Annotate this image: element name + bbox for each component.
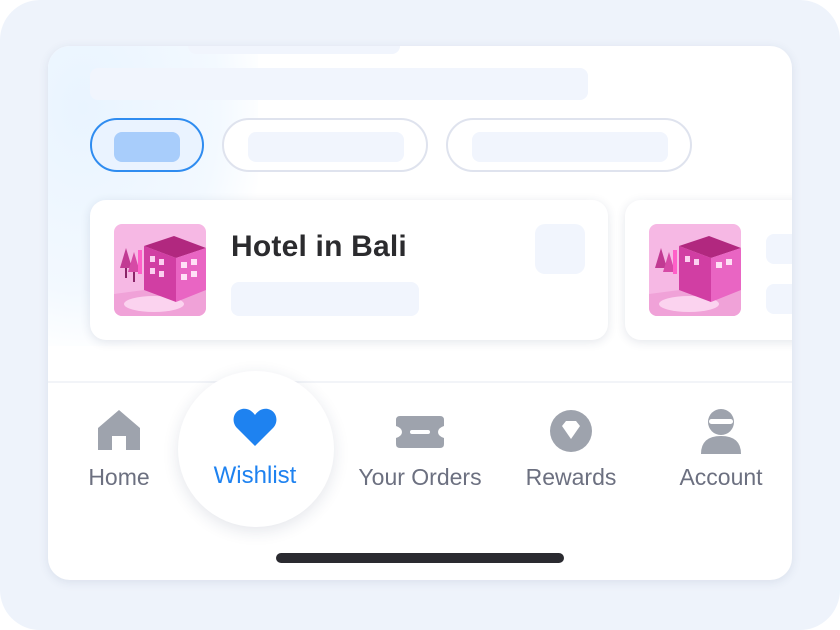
nav-item-rewards[interactable]: Rewards: [501, 386, 641, 536]
filter-chip[interactable]: [446, 118, 692, 172]
skeleton-line: [188, 46, 400, 54]
diamond-icon: [549, 409, 593, 457]
skeleton-line: [766, 234, 792, 264]
nav-item-wishlist[interactable]: Wishlist: [185, 386, 325, 536]
skeleton-line: [90, 68, 588, 100]
nav-label: Wishlist: [213, 462, 297, 489]
card-action-placeholder[interactable]: [535, 224, 585, 274]
nav-divider: [48, 381, 792, 383]
device-frame: Hotel in Bali Home Wishlist Your Orders …: [0, 0, 840, 630]
nav-label: Home: [88, 464, 150, 490]
wishlist-card[interactable]: [625, 200, 792, 340]
nav-item-account[interactable]: Account: [651, 386, 791, 536]
hotel-thumbnail: [114, 224, 206, 316]
hotel-thumbnail: [649, 224, 741, 316]
filter-chip-active[interactable]: [90, 118, 204, 172]
chip-placeholder: [248, 132, 404, 162]
ticket-icon: [396, 416, 444, 452]
wishlist-card[interactable]: Hotel in Bali: [90, 200, 608, 340]
skeleton-line: [766, 284, 792, 314]
nav-item-home[interactable]: Home: [49, 386, 189, 536]
home-icon: [96, 408, 142, 456]
home-indicator[interactable]: [276, 553, 564, 563]
nav-label: Account: [679, 464, 763, 490]
filter-chip[interactable]: [222, 118, 428, 172]
nav-item-your-orders[interactable]: Your Orders: [350, 386, 490, 536]
chip-placeholder: [472, 132, 668, 162]
skeleton-line: [231, 282, 419, 316]
chip-placeholder: [114, 132, 180, 162]
user-icon: [699, 408, 743, 458]
app-screen: Hotel in Bali Home Wishlist Your Orders …: [48, 46, 792, 580]
nav-label: Your Orders: [358, 464, 482, 490]
heart-icon: [232, 406, 278, 452]
card-title: Hotel in Bali: [231, 230, 407, 263]
nav-label: Rewards: [525, 464, 617, 490]
